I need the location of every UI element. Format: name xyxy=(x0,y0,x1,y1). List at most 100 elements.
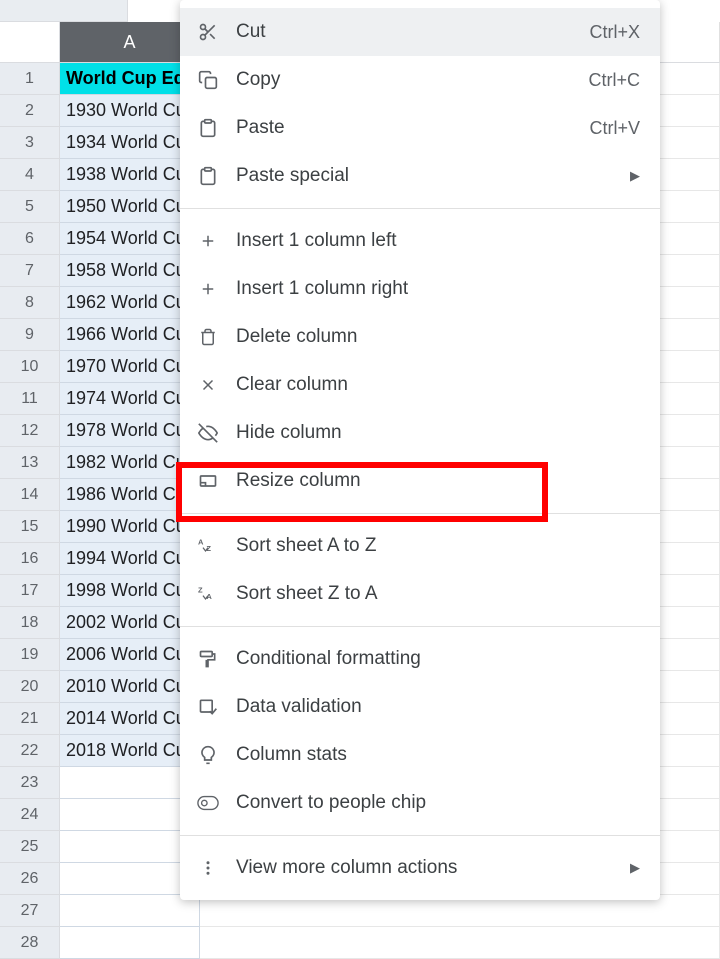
cell-a8[interactable]: 1962 World Cup xyxy=(60,287,200,319)
cell-a27[interactable] xyxy=(60,895,200,927)
menu-resize-column[interactable]: Resize column xyxy=(180,457,660,505)
menu-divider xyxy=(180,626,660,627)
cell-a12[interactable]: 1978 World Cup xyxy=(60,415,200,447)
menu-paste-special[interactable]: Paste special ▶ xyxy=(180,152,660,200)
x-icon xyxy=(196,373,220,397)
row-header[interactable]: 1 xyxy=(0,63,60,95)
menu-paste-label: Paste xyxy=(236,117,589,139)
row-header[interactable]: 21 xyxy=(0,703,60,735)
trash-icon xyxy=(196,325,220,349)
menu-clear-column-label: Clear column xyxy=(236,374,640,396)
select-all-corner[interactable] xyxy=(0,22,60,63)
cell-a28[interactable] xyxy=(60,927,200,959)
cell-a25[interactable] xyxy=(60,831,200,863)
row-header[interactable]: 12 xyxy=(0,415,60,447)
menu-paste[interactable]: Paste Ctrl+V xyxy=(180,104,660,152)
menu-sort-az[interactable]: AZ Sort sheet A to Z xyxy=(180,522,660,570)
menu-insert-left[interactable]: Insert 1 column left xyxy=(180,217,660,265)
menu-cut[interactable]: Cut Ctrl+X xyxy=(180,8,660,56)
menu-sort-za-label: Sort sheet Z to A xyxy=(236,583,640,605)
menu-divider xyxy=(180,208,660,209)
cell-a21[interactable]: 2014 World Cup xyxy=(60,703,200,735)
cell-a11[interactable]: 1974 World Cup xyxy=(60,383,200,415)
cell-a19[interactable]: 2006 World Cup xyxy=(60,639,200,671)
cell-a17[interactable]: 1998 World Cup xyxy=(60,575,200,607)
menu-insert-right-label: Insert 1 column right xyxy=(236,278,640,300)
column-context-menu: Cut Ctrl+X Copy Ctrl+C Paste Ctrl+V Past… xyxy=(180,0,660,900)
menu-paste-special-label: Paste special xyxy=(236,165,630,187)
row-header[interactable]: 27 xyxy=(0,895,60,927)
row-header[interactable]: 20 xyxy=(0,671,60,703)
menu-people-chip[interactable]: Convert to people chip xyxy=(180,779,660,827)
row-header[interactable]: 5 xyxy=(0,191,60,223)
menu-conditional-formatting[interactable]: Conditional formatting xyxy=(180,635,660,683)
row-header[interactable]: 8 xyxy=(0,287,60,319)
menu-clear-column[interactable]: Clear column xyxy=(180,361,660,409)
cell-a20[interactable]: 2010 World Cup xyxy=(60,671,200,703)
cell-a26[interactable] xyxy=(60,863,200,895)
row-header[interactable]: 7 xyxy=(0,255,60,287)
cell-a3[interactable]: 1934 World Cup xyxy=(60,127,200,159)
row-header[interactable]: 2 xyxy=(0,95,60,127)
cell-a6[interactable]: 1954 World Cup xyxy=(60,223,200,255)
row-header[interactable]: 3 xyxy=(0,127,60,159)
cell-a18[interactable]: 2002 World Cup xyxy=(60,607,200,639)
menu-hide-column[interactable]: Hide column xyxy=(180,409,660,457)
row-header[interactable]: 18 xyxy=(0,607,60,639)
cell-a16[interactable]: 1994 World Cup xyxy=(60,543,200,575)
menu-data-validation[interactable]: Data validation xyxy=(180,683,660,731)
cell-a22[interactable]: 2018 World Cup xyxy=(60,735,200,767)
cell-a24[interactable] xyxy=(60,799,200,831)
cell-a13[interactable]: 1982 World Cup xyxy=(60,447,200,479)
row-header[interactable]: 14 xyxy=(0,479,60,511)
cell-a14[interactable]: 1986 World Cup xyxy=(60,479,200,511)
row-header[interactable]: 23 xyxy=(0,767,60,799)
row-header[interactable]: 26 xyxy=(0,863,60,895)
svg-text:A: A xyxy=(198,537,204,546)
row-header[interactable]: 13 xyxy=(0,447,60,479)
column-header-a[interactable]: A xyxy=(60,22,200,63)
clipboard-special-icon xyxy=(196,164,220,188)
cell-rest[interactable] xyxy=(200,927,720,959)
cell-a9[interactable]: 1966 World Cup xyxy=(60,319,200,351)
row-header[interactable]: 16 xyxy=(0,543,60,575)
cell-a2[interactable]: 1930 World Cup xyxy=(60,95,200,127)
menu-sort-za[interactable]: ZA Sort sheet Z to A xyxy=(180,570,660,618)
row-header[interactable]: 15 xyxy=(0,511,60,543)
row-header[interactable]: 25 xyxy=(0,831,60,863)
row-header[interactable]: 19 xyxy=(0,639,60,671)
menu-paste-shortcut: Ctrl+V xyxy=(589,118,640,139)
row-header[interactable]: 4 xyxy=(0,159,60,191)
cell-a7[interactable]: 1958 World Cup xyxy=(60,255,200,287)
row-header[interactable]: 17 xyxy=(0,575,60,607)
menu-cut-shortcut: Ctrl+X xyxy=(589,22,640,43)
menu-copy-shortcut: Ctrl+C xyxy=(588,70,640,91)
menu-column-stats[interactable]: Column stats xyxy=(180,731,660,779)
row-header[interactable]: 10 xyxy=(0,351,60,383)
cell-a4[interactable]: 1938 World Cup xyxy=(60,159,200,191)
menu-copy[interactable]: Copy Ctrl+C xyxy=(180,56,660,104)
cell-a5[interactable]: 1950 World Cup xyxy=(60,191,200,223)
menu-delete-column[interactable]: Delete column xyxy=(180,313,660,361)
menu-more-actions-label: View more column actions xyxy=(236,857,630,879)
menu-more-actions[interactable]: View more column actions ▶ xyxy=(180,844,660,892)
row-header[interactable]: 22 xyxy=(0,735,60,767)
menu-column-stats-label: Column stats xyxy=(236,744,640,766)
row-header[interactable]: 9 xyxy=(0,319,60,351)
cell-a10[interactable]: 1970 World Cup xyxy=(60,351,200,383)
menu-insert-left-label: Insert 1 column left xyxy=(236,230,640,252)
menu-conditional-formatting-label: Conditional formatting xyxy=(236,648,640,670)
cell-a15[interactable]: 1990 World Cup xyxy=(60,511,200,543)
row-header[interactable]: 11 xyxy=(0,383,60,415)
row-header[interactable]: 6 xyxy=(0,223,60,255)
menu-copy-label: Copy xyxy=(236,69,588,91)
clipboard-icon xyxy=(196,116,220,140)
chevron-right-icon: ▶ xyxy=(630,860,640,876)
cell-a1[interactable]: World Cup Editions xyxy=(60,63,200,95)
row-header[interactable]: 24 xyxy=(0,799,60,831)
more-vertical-icon xyxy=(196,856,220,880)
row-header[interactable]: 28 xyxy=(0,927,60,959)
cell-a23[interactable] xyxy=(60,767,200,799)
menu-resize-column-label: Resize column xyxy=(236,470,640,492)
menu-insert-right[interactable]: Insert 1 column right xyxy=(180,265,660,313)
